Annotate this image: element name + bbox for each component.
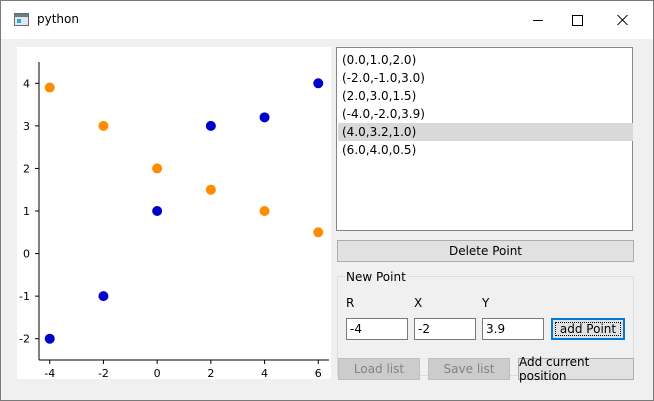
x-tick-label: 6 <box>315 367 322 379</box>
add-point-button[interactable]: add Point <box>551 318 625 340</box>
y-tick-label: 4 <box>23 77 30 90</box>
focus-ring <box>555 322 621 336</box>
x-field[interactable] <box>414 318 476 340</box>
scatter-point <box>44 333 55 344</box>
maximize-icon <box>571 14 583 26</box>
r-label: R <box>346 296 355 310</box>
scatter-point <box>152 206 163 216</box>
y-tick-label: -1 <box>19 290 30 303</box>
window-title: python <box>37 12 79 26</box>
scatter-plot[interactable]: -4 -2 0 2 4 6 -2 -1 0 1 2 3 4 <box>17 47 331 379</box>
scatter-point <box>152 163 163 174</box>
x-tick-label: 0 <box>154 367 161 379</box>
close-button[interactable] <box>600 1 646 39</box>
x-label: X <box>414 296 423 310</box>
point-list-item[interactable]: (-2.0,-1.0,3.0) <box>338 69 633 87</box>
scatter-point <box>98 120 109 131</box>
scatter-point <box>313 78 324 89</box>
r-field[interactable] <box>346 318 408 340</box>
scatter-point <box>313 227 324 238</box>
maximize-button[interactable] <box>554 1 600 39</box>
point-list-item[interactable]: (6.0,4.0,0.5) <box>338 141 633 159</box>
load-list-button[interactable]: Load list <box>338 358 420 380</box>
scatter-point <box>205 184 216 195</box>
scatter-point <box>98 291 109 302</box>
y-tick-label: 0 <box>23 248 30 261</box>
y-tick-label: 1 <box>23 205 30 218</box>
scatter-point <box>44 82 55 93</box>
new-point-group-title: New Point <box>345 270 407 284</box>
x-tick-label: 4 <box>261 367 268 379</box>
y-tick-label: -2 <box>19 333 30 346</box>
y-field[interactable] <box>482 318 544 340</box>
save-list-button[interactable]: Save list <box>428 358 510 380</box>
point-list-item[interactable]: (0.0,1.0,2.0) <box>338 51 633 69</box>
y-label: Y <box>482 296 490 310</box>
minimize-icon <box>533 19 543 21</box>
close-icon <box>617 14 629 26</box>
point-list-item[interactable]: (4.0,3.2,1.0) <box>338 123 633 141</box>
delete-point-button[interactable]: Delete Point <box>337 240 634 262</box>
y-tick-label: 2 <box>23 162 30 175</box>
x-tick-label: -2 <box>98 367 109 379</box>
point-list-item[interactable]: (2.0,3.0,1.5) <box>338 87 633 105</box>
point-list[interactable]: (0.0,1.0,2.0) (-2.0,-1.0,3.0) (2.0,3.0,1.5… <box>336 47 633 231</box>
x-tick-label: -4 <box>44 367 55 379</box>
scatter-point <box>259 112 270 123</box>
scatter-point <box>259 206 270 216</box>
scatter-point <box>205 120 216 131</box>
title-bar[interactable]: python <box>1 1 653 39</box>
add-current-position-button[interactable]: Add current position <box>518 355 634 383</box>
point-list-item[interactable]: (-4.0,-2.0,3.9) <box>338 105 633 123</box>
x-tick-label: 2 <box>207 367 214 379</box>
scatter-chart-svg[interactable]: -4 -2 0 2 4 6 -2 -1 0 1 2 3 4 <box>17 47 331 379</box>
app-window-icon <box>14 13 29 26</box>
y-tick-label: 3 <box>23 120 30 133</box>
